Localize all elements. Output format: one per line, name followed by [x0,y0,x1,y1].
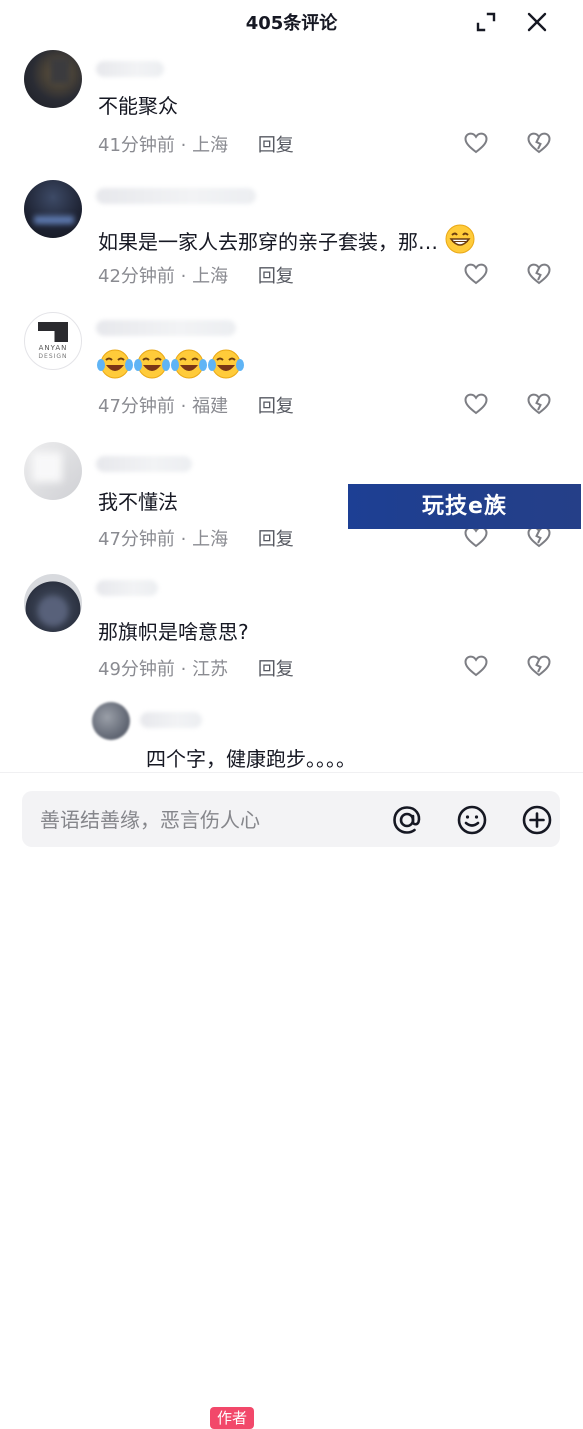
comments-header: 405条评论 [0,0,583,44]
comment-text: 那旗帜是啥意思? [98,620,249,644]
emoji-icon[interactable] [455,803,489,837]
avatar[interactable] [24,574,82,632]
reply-button[interactable]: 回复 [258,135,294,156]
comment-location: 上海 [192,266,229,287]
comment-item: ANYAN DESIGN 47分钟前 · 福建 回复 [0,308,583,428]
add-icon[interactable] [520,803,554,837]
heart-icon[interactable] [462,129,490,157]
expand-icon[interactable] [472,8,500,36]
avatar[interactable]: ANYAN DESIGN [24,312,82,370]
username-blurred[interactable] [96,580,158,596]
comment-meta: 41分钟前 · 上海 回复 [98,135,294,156]
logo-text-line2: DESIGN [38,353,68,360]
comment-meta: 42分钟前 · 上海 回复 [98,266,294,287]
heart-icon[interactable] [462,260,490,288]
grin-emoji [444,223,476,255]
comment-item: 如果是一家人去那穿的亲子套装，那… 42分钟前 · 上海 回复 [0,178,583,298]
reply-username-blurred[interactable] [140,712,202,728]
comment-text: 我不懂法 [98,490,178,514]
username-blurred[interactable] [96,320,236,336]
comment-item: 不能聚众 41分钟前 · 上海 回复 [0,48,583,168]
laughing-crying-emoji [207,346,245,380]
username-blurred[interactable] [96,61,164,77]
comment-time: 49分钟前 [98,659,175,680]
laughing-crying-emoji [96,346,134,380]
laughing-crying-emoji [170,346,208,380]
comment-meta: 49分钟前 · 江苏 回复 [98,659,294,680]
laughing-crying-emoji [133,346,171,380]
reply-text: 四个字，健康跑步。。。。 [146,747,356,771]
dislike-icon[interactable] [525,260,553,288]
avatar[interactable] [24,442,82,500]
comment-input-bar [0,772,583,863]
logo-text-line1: ANYAN [38,344,68,352]
comment-location: 上海 [192,529,229,550]
avatar[interactable] [24,50,82,108]
comment-text: 如果是一家人去那穿的亲子套装，那… [98,223,476,255]
username-blurred[interactable] [96,456,192,472]
reply-avatar[interactable] [92,702,130,740]
author-badge: 作者 [210,1407,255,1429]
reply-item: 作者 四个字，健康跑步。。。。 [0,700,583,1429]
dislike-icon[interactable] [525,652,553,680]
reply-button[interactable]: 回复 [258,529,294,550]
comment-time: 47分钟前 [98,396,175,417]
avatar[interactable] [24,180,82,238]
reply-button[interactable]: 回复 [258,266,294,287]
comment-input-container [22,791,560,849]
dislike-icon[interactable] [525,129,553,157]
at-icon[interactable] [390,803,424,837]
comment-location: 江苏 [192,659,229,680]
comment-text: 不能聚众 [98,94,178,118]
comment-time: 42分钟前 [98,266,175,287]
comment-item: 那旗帜是啥意思? 49分钟前 · 江苏 回复 [0,570,583,690]
comment-location: 福建 [192,396,229,417]
close-icon[interactable] [523,8,551,36]
reply-button[interactable]: 回复 [258,659,294,680]
comment-text-content: 如果是一家人去那穿的亲子套装，那… [98,230,438,254]
comment-time: 41分钟前 [98,135,175,156]
watermark-banner: 玩技e族 [348,484,581,529]
comment-input[interactable] [38,791,372,849]
heart-icon[interactable] [462,652,490,680]
comment-meta: 47分钟前 · 上海 回复 [98,529,294,550]
reply-button[interactable]: 回复 [258,396,294,417]
dislike-icon[interactable] [525,390,553,418]
logo-mark [38,322,68,342]
comment-time: 47分钟前 [98,529,175,550]
comment-location: 上海 [192,135,229,156]
heart-icon[interactable] [462,390,490,418]
comment-meta: 47分钟前 · 福建 回复 [98,396,294,417]
username-blurred[interactable] [96,188,256,204]
